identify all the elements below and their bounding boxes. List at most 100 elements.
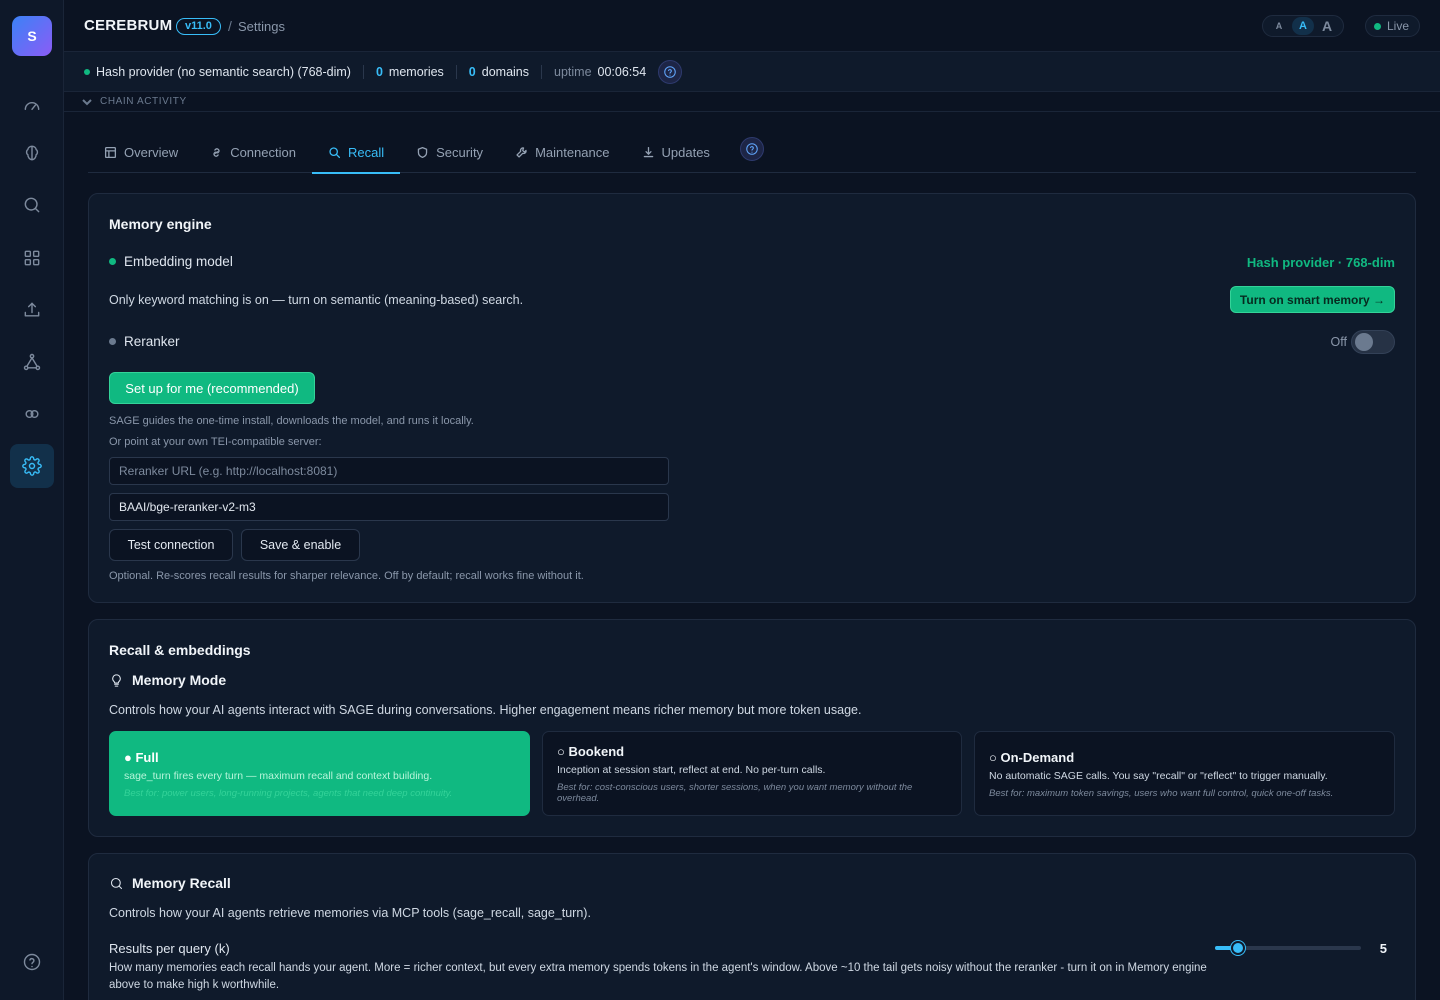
memories-stat: 0 memories bbox=[362, 64, 456, 79]
k-help: How many memories each recall hands your… bbox=[109, 962, 1207, 991]
nav-search[interactable] bbox=[10, 183, 54, 227]
keyword-notice: Only keyword matching is on — turn on se… bbox=[109, 293, 524, 307]
app-logo[interactable]: S bbox=[12, 16, 52, 56]
nav-import[interactable] bbox=[10, 288, 54, 332]
tab-security-label: Security bbox=[436, 145, 484, 160]
nav-memories[interactable] bbox=[10, 131, 54, 175]
tab-overview[interactable]: Overview bbox=[88, 134, 194, 173]
provider-status: Hash provider (no semantic search) (768-… bbox=[84, 65, 363, 79]
tab-recall-label: Recall bbox=[347, 145, 385, 160]
memories-label: memories bbox=[388, 64, 444, 79]
memories-count: 0 bbox=[375, 64, 383, 79]
tab-recall[interactable]: Recall bbox=[311, 134, 401, 174]
mode-bookend-desc: Inception at session start, reflect at e… bbox=[557, 764, 826, 776]
test-connection-button[interactable]: Test connection bbox=[109, 529, 233, 561]
font-size-large[interactable]: A bbox=[1316, 17, 1338, 35]
turn-on-smart-memory-button[interactable]: Turn on smart memory → bbox=[1230, 286, 1395, 313]
save-enable-button[interactable]: Save & enable bbox=[241, 529, 360, 561]
reranker-url-input[interactable] bbox=[109, 457, 669, 485]
tab-updates[interactable]: Updates bbox=[626, 134, 726, 173]
nav-integrations[interactable] bbox=[10, 392, 54, 436]
download-icon bbox=[643, 146, 653, 158]
reranker-state-label: Off bbox=[1330, 335, 1347, 349]
gear-icon bbox=[22, 456, 42, 476]
memory-recall-heading: Memory Recall bbox=[109, 875, 231, 891]
k-slider-thumb[interactable] bbox=[1231, 941, 1246, 955]
setup-reranker-button[interactable]: Set up for me (recommended) bbox=[109, 372, 315, 404]
lightbulb-icon bbox=[112, 673, 121, 687]
tabs-help-button[interactable] bbox=[739, 137, 764, 161]
embedding-status-dot bbox=[109, 258, 116, 265]
tab-connection-label: Connection bbox=[230, 145, 296, 160]
live-dot bbox=[1373, 22, 1381, 30]
memory-engine-title: Memory engine bbox=[109, 216, 212, 232]
mode-card-on-demand[interactable]: ○ On-Demand No automatic SAGE calls. You… bbox=[974, 731, 1395, 816]
nav-domains[interactable] bbox=[10, 236, 54, 280]
mode-full-best: Best for: power users, long-running proj… bbox=[124, 788, 453, 799]
provider-text: Hash provider (no semantic search) (768-… bbox=[96, 64, 351, 79]
reranker-status-dot bbox=[109, 338, 116, 345]
recall-embeddings-title: Recall & embeddings bbox=[109, 642, 251, 658]
help-icon bbox=[23, 953, 41, 971]
memory-recall-title: Memory Recall bbox=[132, 875, 231, 891]
network-icon bbox=[23, 353, 41, 371]
chain-activity-toggle[interactable]: CHAIN ACTIVITY bbox=[64, 92, 1440, 112]
tab-updates-label: Updates bbox=[661, 145, 710, 160]
mode-card-bookend[interactable]: ○ Bookend Inception at session start, re… bbox=[542, 731, 962, 816]
tab-connection[interactable]: Connection bbox=[194, 134, 312, 173]
own-server-help-text: Or point at your own TEI-compatible serv… bbox=[109, 436, 322, 448]
nav-help[interactable] bbox=[10, 940, 54, 984]
reranker-toggle[interactable] bbox=[1351, 330, 1395, 354]
gauge-icon bbox=[24, 101, 40, 111]
live-label: Live bbox=[1386, 19, 1409, 33]
uptime-stat: uptime 00:06:54 bbox=[541, 64, 658, 79]
link-icon bbox=[25, 409, 39, 419]
mode-bookend-name: ○ Bookend bbox=[557, 744, 625, 759]
tab-security[interactable]: Security bbox=[400, 134, 499, 173]
embedding-model-value: Hash provider · 768-dim bbox=[1246, 255, 1395, 270]
settings-tabs: Overview Connection Recall Security Main… bbox=[88, 134, 1416, 174]
memory-recall-description: Controls how your AI agents retrieve mem… bbox=[109, 906, 591, 920]
status-help-button[interactable] bbox=[658, 59, 683, 84]
version-badge: v11.0 bbox=[176, 18, 221, 35]
reranker-row: Reranker bbox=[109, 334, 180, 349]
mode-full-desc: sage_turn fires every turn — maximum rec… bbox=[124, 770, 433, 782]
breadcrumb-current: Settings bbox=[238, 19, 285, 34]
font-size-medium[interactable]: A bbox=[1292, 17, 1314, 35]
tab-overview-label: Overview bbox=[124, 145, 179, 160]
embedding-model-row: Embedding model bbox=[109, 254, 233, 269]
memory-mode-description: Controls how your AI agents interact wit… bbox=[109, 703, 862, 717]
nav-settings[interactable] bbox=[10, 444, 54, 488]
search-icon bbox=[24, 197, 40, 213]
memory-mode-heading: Memory Mode bbox=[109, 672, 226, 688]
search-icon bbox=[110, 877, 123, 889]
tab-maintenance[interactable]: Maintenance bbox=[499, 134, 625, 173]
sidebar: S bbox=[0, 0, 64, 1000]
help-icon bbox=[664, 65, 676, 78]
breadcrumb-separator: / bbox=[228, 18, 232, 34]
k-slider[interactable] bbox=[1215, 941, 1361, 955]
search-icon bbox=[329, 147, 340, 159]
font-size-small[interactable]: A bbox=[1268, 17, 1290, 35]
live-indicator: Live bbox=[1364, 15, 1420, 37]
status-bar: Hash provider (no semantic search) (768-… bbox=[64, 52, 1440, 92]
font-size-switcher: A A A bbox=[1262, 15, 1344, 37]
nav-dashboard[interactable] bbox=[10, 84, 54, 128]
toggle-knob bbox=[1355, 333, 1373, 351]
grid-icon bbox=[104, 146, 117, 159]
wrench-icon bbox=[516, 147, 527, 158]
tab-maintenance-label: Maintenance bbox=[535, 145, 610, 160]
reranker-label: Reranker bbox=[124, 334, 180, 349]
nav-network[interactable] bbox=[10, 340, 54, 384]
mode-on-demand-name: ○ On-Demand bbox=[989, 750, 1075, 765]
upload-icon bbox=[24, 302, 40, 317]
k-value: 5 bbox=[1379, 941, 1387, 956]
memory-engine-card: Memory engine Embedding model Hash provi… bbox=[88, 193, 1416, 603]
domains-count: 0 bbox=[468, 64, 476, 79]
reranker-model-input[interactable] bbox=[109, 493, 669, 521]
mode-card-full[interactable]: ● Full sage_turn fires every turn — maxi… bbox=[109, 731, 530, 816]
provider-dot bbox=[84, 68, 90, 75]
brand-name: CEREBRUM bbox=[84, 17, 173, 34]
uptime-value: 00:06:54 bbox=[597, 64, 647, 79]
top-header: CEREBRUM v11.0 / Settings A A A Live bbox=[64, 0, 1440, 52]
